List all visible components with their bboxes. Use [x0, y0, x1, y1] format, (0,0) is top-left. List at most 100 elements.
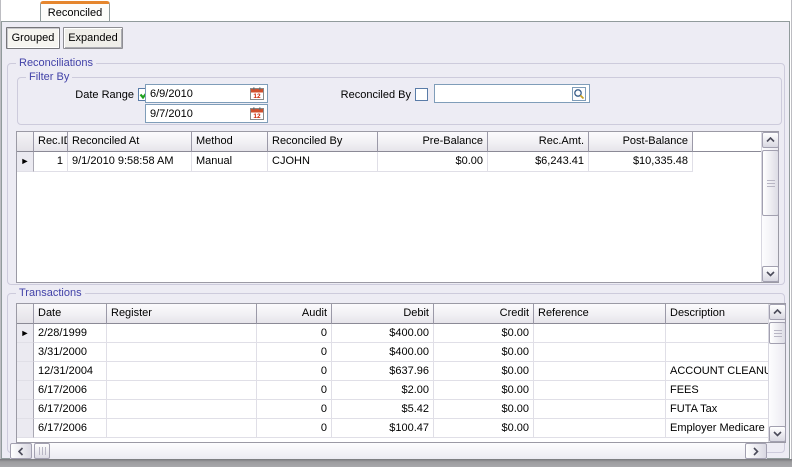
row-selector[interactable]	[17, 400, 34, 419]
grid-cell[interactable]	[534, 419, 666, 438]
scroll-down-button[interactable]	[769, 426, 786, 442]
grid-cell[interactable]: 0	[257, 362, 332, 381]
column-header[interactable]: Debit	[332, 304, 434, 324]
grid-cell[interactable]	[107, 362, 257, 381]
column-header[interactable]: Pre-Balance	[378, 132, 488, 152]
calendar-icon[interactable]: 12	[248, 106, 266, 121]
grouped-button[interactable]: Grouped	[6, 27, 60, 49]
grid-cell[interactable]	[534, 400, 666, 419]
transactions-grid-vscrollbar[interactable]	[768, 304, 785, 442]
scroll-thumb[interactable]	[34, 443, 50, 459]
grid-cell[interactable]	[666, 343, 768, 362]
reconciliations-grid-vscrollbar[interactable]	[761, 132, 778, 282]
column-header[interactable]: Description	[666, 304, 768, 324]
grid-cell[interactable]: ACCOUNT CLEANUP	[666, 362, 768, 381]
table-row[interactable]: 12/31/2004 0$637.96$0.00 ACCOUNT CLEANUP	[17, 362, 768, 381]
grid-cell[interactable]	[534, 362, 666, 381]
table-row[interactable]: ►2/28/1999 0$400.00$0.00	[17, 324, 768, 343]
lookup-magnifier-icon[interactable]	[570, 86, 588, 101]
grid-cell[interactable]: $400.00	[332, 343, 434, 362]
grid-cell[interactable]: $2.00	[332, 381, 434, 400]
horizontal-scrollbar[interactable]	[10, 443, 767, 459]
grid-cell[interactable]: 6/17/2006	[34, 419, 107, 438]
column-header[interactable]: Reconciled By	[268, 132, 378, 152]
grid-cell[interactable]: $0.00	[434, 362, 534, 381]
column-header[interactable]: Date	[34, 304, 107, 324]
grid-cell[interactable]: FEES	[666, 381, 768, 400]
column-header[interactable]: Method	[192, 132, 268, 152]
grid-cell[interactable]: $0.00	[434, 381, 534, 400]
grid-cell[interactable]	[534, 343, 666, 362]
expanded-button[interactable]: Expanded	[63, 27, 123, 49]
grid-cell[interactable]: $6,243.41	[488, 152, 589, 172]
reconciled-by-input[interactable]	[434, 84, 590, 103]
grid-cell[interactable]	[107, 400, 257, 419]
grid-cell[interactable]	[107, 381, 257, 400]
grid-cell[interactable]	[107, 419, 257, 438]
scroll-up-button[interactable]	[769, 304, 786, 320]
row-selector[interactable]	[17, 381, 34, 400]
grid-cell[interactable]: 2/28/1999	[34, 324, 107, 343]
row-selector-header[interactable]	[17, 132, 34, 152]
grid-cell[interactable]: 0	[257, 419, 332, 438]
scroll-left-button[interactable]	[10, 443, 32, 459]
grid-cell[interactable]: 1	[34, 152, 68, 172]
column-header[interactable]: Register	[107, 304, 257, 324]
grid-cell[interactable]: 12/31/2004	[34, 362, 107, 381]
grid-cell[interactable]: 9/1/2010 9:58:58 AM	[68, 152, 192, 172]
grid-cell[interactable]: 0	[257, 343, 332, 362]
grid-cell[interactable]: $0.00	[434, 400, 534, 419]
scroll-thumb[interactable]	[762, 150, 779, 216]
column-header[interactable]: Reconciled At	[68, 132, 192, 152]
column-header[interactable]: Rec.Amt.	[488, 132, 589, 152]
grid-cell[interactable]: CJOHN	[268, 152, 378, 172]
column-header[interactable]: Audit	[257, 304, 332, 324]
calendar-icon[interactable]: 12	[248, 86, 266, 101]
row-selector[interactable]	[17, 419, 34, 438]
grid-cell[interactable]	[107, 343, 257, 362]
grid-cell[interactable]	[107, 324, 257, 343]
grid-cell[interactable]: $400.00	[332, 324, 434, 343]
grid-cell[interactable]: $10,335.48	[589, 152, 693, 172]
grid-cell[interactable]: 0	[257, 400, 332, 419]
grid-cell[interactable]	[534, 324, 666, 343]
column-header[interactable]: Rec.ID	[34, 132, 68, 152]
reconciled-by-checkbox[interactable]	[415, 88, 428, 101]
grid-cell[interactable]: 0	[257, 381, 332, 400]
column-header[interactable]: Credit	[434, 304, 534, 324]
table-row[interactable]: 6/17/2006 0$5.42$0.00 FUTA Tax	[17, 400, 768, 419]
grid-cell[interactable]: $637.96	[332, 362, 434, 381]
column-header[interactable]: Post-Balance	[589, 132, 693, 152]
grid-cell[interactable]	[534, 381, 666, 400]
table-row[interactable]: 6/17/2006 0$2.00$0.00 FEES	[17, 381, 768, 400]
grid-cell[interactable]: $0.00	[434, 343, 534, 362]
grid-cell[interactable]: Employer Medicare	[666, 419, 768, 438]
row-selector[interactable]	[17, 343, 34, 362]
column-header[interactable]: Reference	[534, 304, 666, 324]
scroll-thumb[interactable]	[769, 322, 786, 344]
grid-cell[interactable]: $5.42	[332, 400, 434, 419]
table-row[interactable]: 6/17/2006 0$100.47$0.00 Employer Medicare	[17, 419, 768, 438]
grid-cell[interactable]: 3/31/2000	[34, 343, 107, 362]
scroll-up-button[interactable]	[762, 132, 779, 148]
grid-cell[interactable]: $0.00	[378, 152, 488, 172]
table-row[interactable]: ►19/1/2010 9:58:58 AMManualCJOHN$0.00$6,…	[17, 152, 761, 172]
grid-cell[interactable]: Manual	[192, 152, 268, 172]
scroll-down-button[interactable]	[762, 266, 779, 282]
row-selector[interactable]: ►	[17, 152, 34, 172]
tab-reconciled[interactable]: Reconciled	[40, 1, 110, 21]
grid-header-row: DateRegisterAuditDebitCreditReferenceDes…	[17, 304, 768, 324]
scroll-right-button[interactable]	[745, 443, 767, 459]
row-selector-header[interactable]	[17, 304, 34, 324]
row-selector[interactable]	[17, 362, 34, 381]
table-row[interactable]: 3/31/2000 0$400.00$0.00	[17, 343, 768, 362]
grid-cell[interactable]: $0.00	[434, 324, 534, 343]
grid-cell[interactable]: 6/17/2006	[34, 381, 107, 400]
grid-cell[interactable]: FUTA Tax	[666, 400, 768, 419]
grid-cell[interactable]: $100.47	[332, 419, 434, 438]
grid-cell[interactable]: 6/17/2006	[34, 400, 107, 419]
row-selector[interactable]: ►	[17, 324, 34, 343]
grid-cell[interactable]	[666, 324, 768, 343]
grid-cell[interactable]: $0.00	[434, 419, 534, 438]
grid-cell[interactable]: 0	[257, 324, 332, 343]
